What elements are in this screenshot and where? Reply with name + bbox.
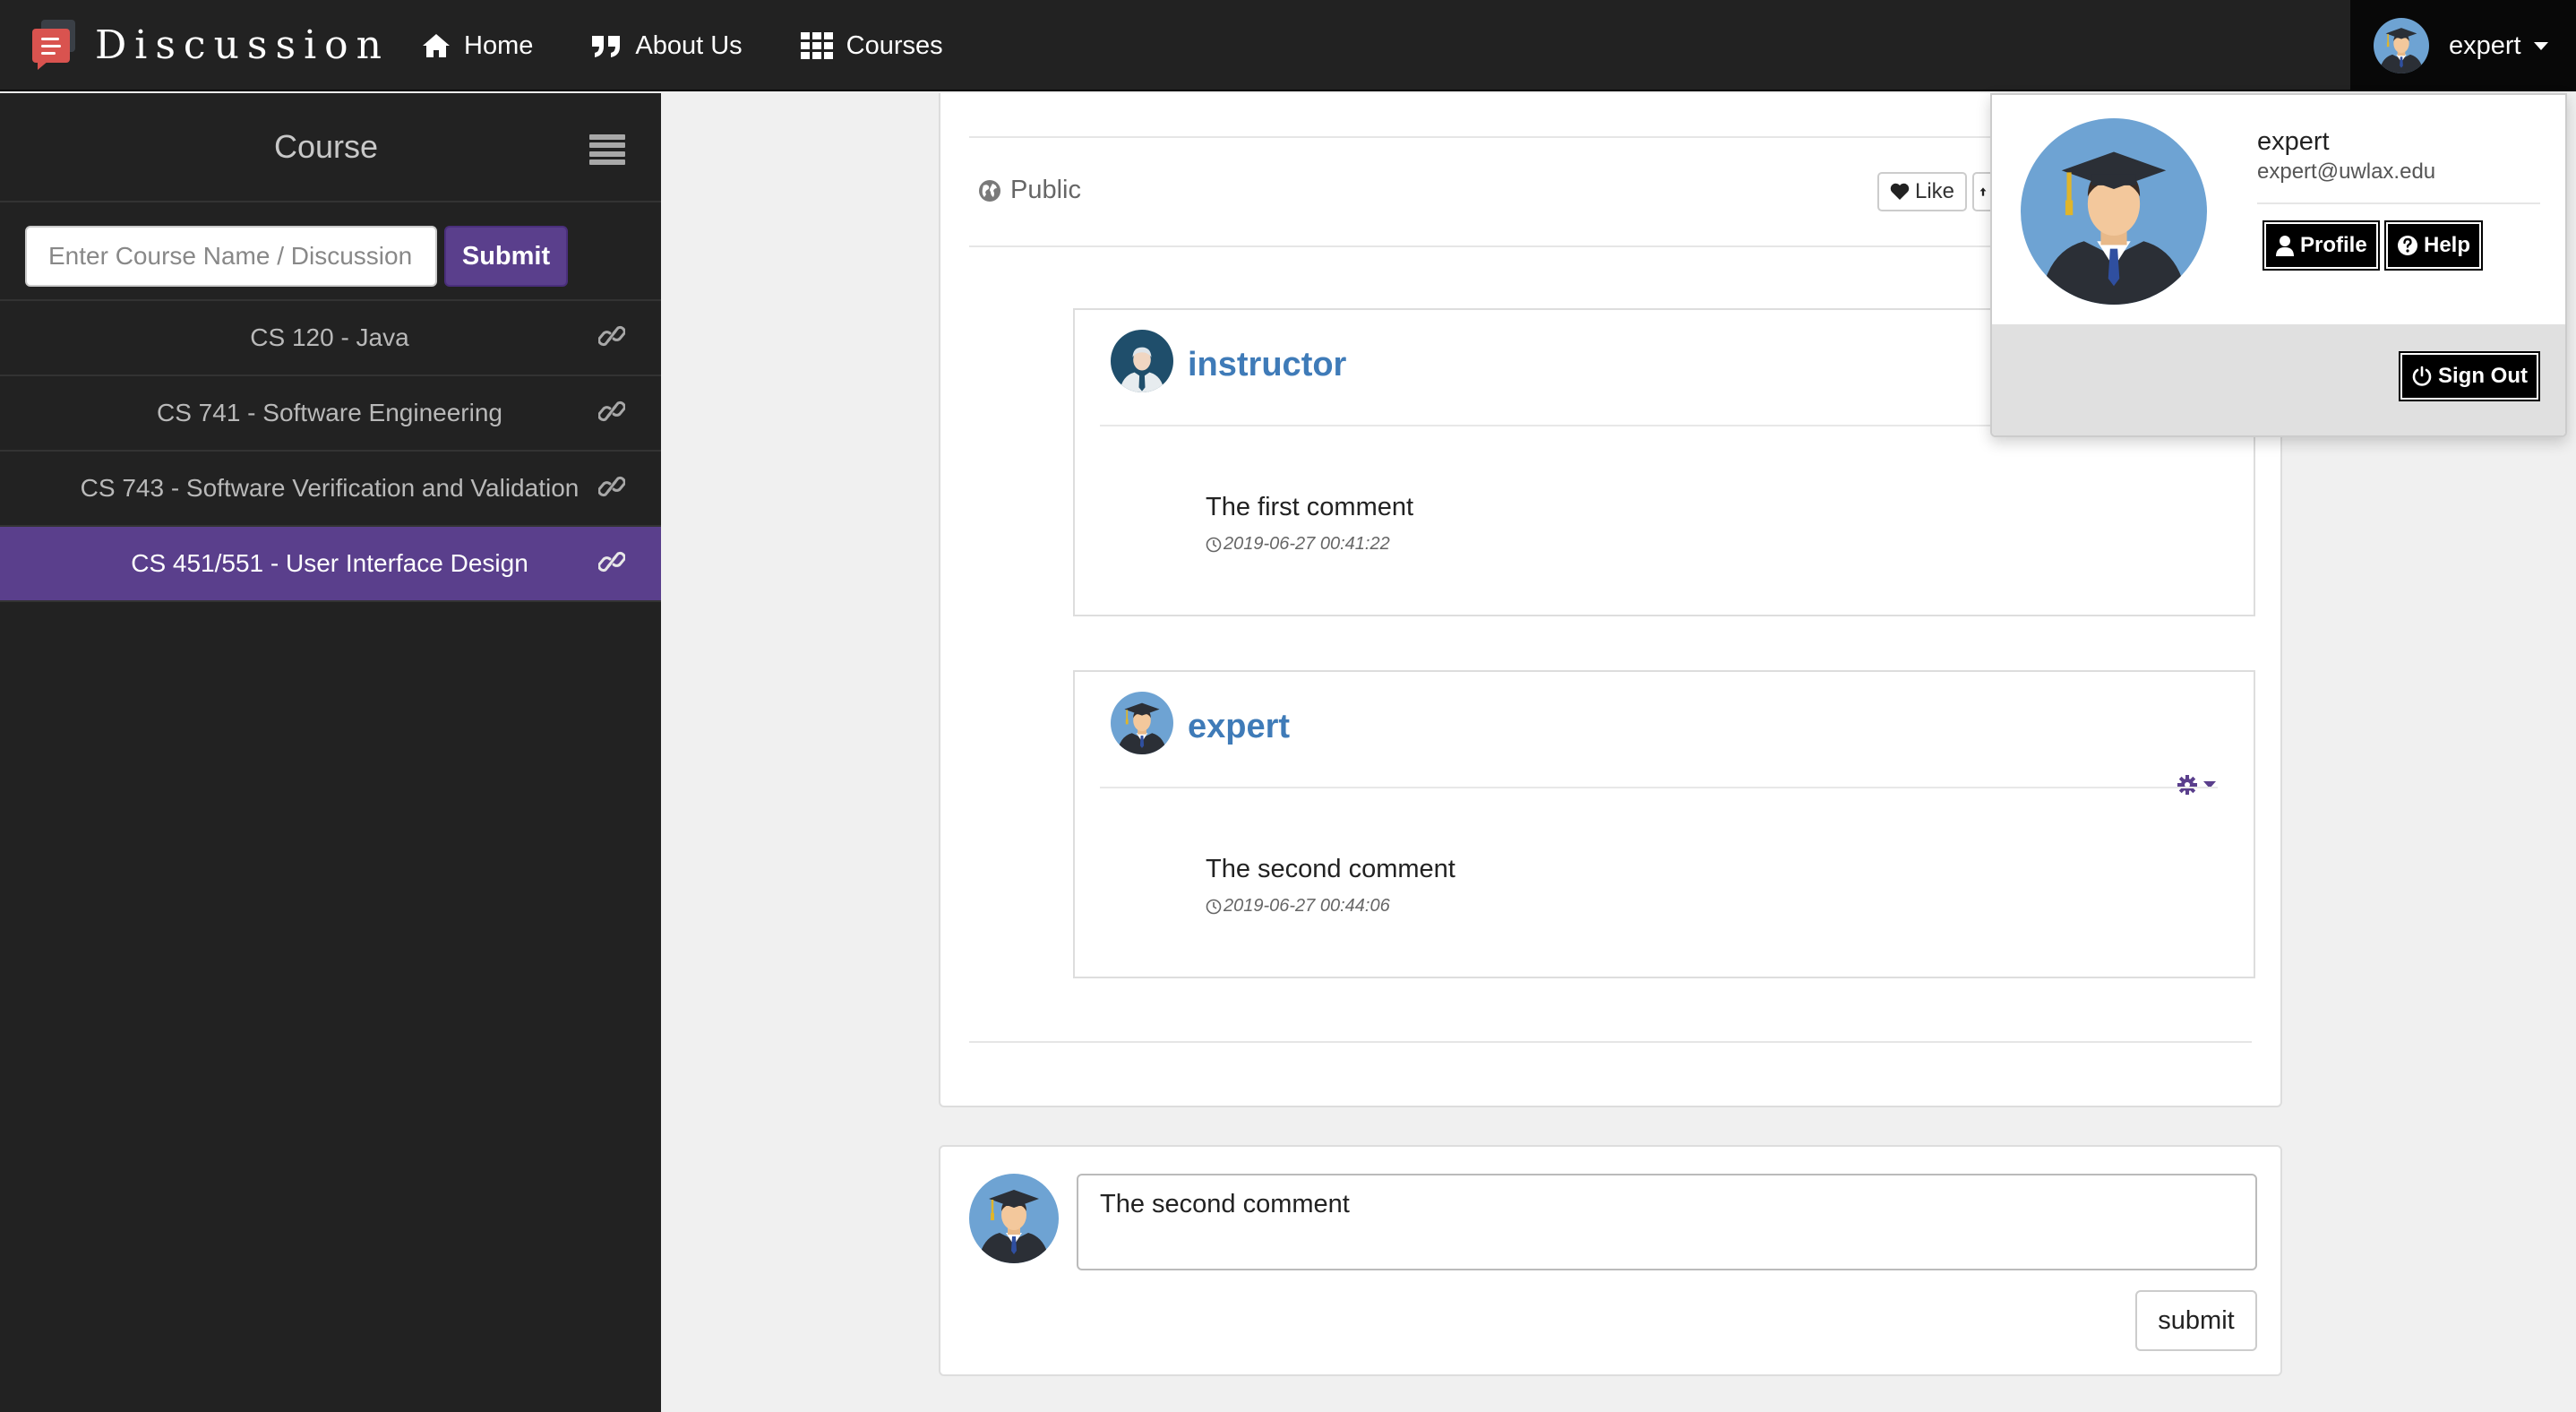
course-label: CS 120 - Java [250, 323, 409, 351]
divider [969, 1041, 2252, 1043]
comment-submit-button[interactable]: submit [2135, 1290, 2257, 1351]
sign-out-button[interactable]: Sign Out [2399, 351, 2540, 401]
caret-down-icon [2533, 41, 2548, 50]
post-actions: Like [1877, 172, 2005, 211]
course-item-cs120[interactable]: CS 120 - Java [0, 301, 661, 376]
sign-out-label: Sign Out [2438, 364, 2528, 388]
globe-icon [979, 179, 1000, 202]
course-item-cs743[interactable]: CS 743 - Software Verification and Valid… [0, 452, 661, 527]
course-search-submit-button[interactable]: Submit [444, 226, 568, 287]
user-icon [2276, 236, 2294, 256]
quote-icon [592, 36, 621, 57]
comment-time: 2019-06-27 00:41:22 [1224, 534, 1390, 554]
heart-icon [1890, 183, 1910, 200]
visibility-label: Public [1010, 176, 1081, 204]
course-label: CS 741 - Software Engineering [157, 399, 502, 426]
course-search: Submit [0, 202, 661, 301]
grid-icon [800, 32, 833, 59]
clock-icon [1206, 899, 1222, 914]
gear-icon [2177, 775, 2197, 795]
menu-icon[interactable] [589, 134, 625, 165]
nav-about-us[interactable]: About Us [590, 30, 743, 61]
comment-author-link[interactable]: instructor [1188, 346, 1346, 384]
comment-text: The second comment [1206, 855, 1455, 883]
question-circle-icon [2398, 236, 2417, 255]
clock-icon [1206, 537, 1222, 552]
post-visibility: Public [978, 176, 1081, 205]
comment-textarea[interactable] [1077, 1174, 2257, 1270]
profile-label: Profile [2300, 233, 2367, 257]
brand[interactable]: Discussion [30, 16, 390, 73]
like-button[interactable]: Like [1877, 172, 1968, 211]
link-icon [598, 401, 625, 421]
comment-timestamp: 2019-06-27 00:44:06 [1206, 896, 1390, 917]
sidebar-header: Course [0, 93, 661, 202]
power-icon [2412, 366, 2432, 386]
user-menu-toggle[interactable]: expert [2350, 0, 2576, 91]
profile-button[interactable]: Profile [2263, 220, 2380, 271]
nav-about-label: About Us [635, 30, 743, 60]
comment-text: The first comment [1206, 493, 1414, 521]
instructor-avatar [1111, 330, 1173, 392]
current-user-avatar [969, 1174, 1059, 1263]
chat-bubbles-icon [30, 18, 77, 72]
comment-options-dropdown[interactable] [2177, 774, 2216, 796]
help-label: Help [2424, 233, 2471, 257]
sidebar-title: Course [273, 128, 379, 165]
reply-card: submit [939, 1145, 2282, 1376]
comment-time: 2019-06-27 00:44:06 [1224, 896, 1390, 916]
divider [2257, 202, 2540, 204]
course-label: CS 451/551 - User Interface Design [131, 549, 528, 577]
brand-name: Discussion [95, 22, 390, 68]
comment-author-link[interactable]: expert [1188, 708, 1290, 746]
nav-home[interactable]: Home [421, 31, 533, 61]
link-icon [598, 477, 625, 496]
divider [1100, 787, 2218, 788]
like-label: Like [1915, 179, 1955, 203]
profile-avatar [2021, 118, 2207, 305]
dropdown-user-name: expert [2257, 127, 2330, 156]
user-dropdown-menu: expert expert@uwlax.edu Profile Help Sig… [1990, 93, 2567, 437]
dropdown-user-email: expert@uwlax.edu [2257, 159, 2436, 184]
course-item-cs451-active[interactable]: CS 451/551 - User Interface Design [0, 527, 661, 602]
user-name: expert [2449, 30, 2521, 60]
nav-courses[interactable]: Courses [800, 31, 943, 61]
home-icon [423, 34, 450, 57]
comment-card: expert The second comment 2019-06-27 00:… [1073, 670, 2255, 978]
top-navbar: Discussion Home About Us Courses expert [0, 0, 2576, 91]
course-list: CS 120 - Java CS 741 - Software Engineer… [0, 301, 661, 602]
nav-home-label: Home [464, 30, 534, 60]
course-label: CS 743 - Software Verification and Valid… [80, 474, 580, 502]
expert-avatar [1111, 692, 1173, 754]
user-avatar [2374, 18, 2429, 73]
link-icon [598, 326, 625, 346]
course-search-input[interactable] [25, 226, 437, 287]
arrow-up-icon [1979, 187, 1987, 196]
comment-timestamp: 2019-06-27 00:41:22 [1206, 534, 1390, 555]
link-icon [598, 552, 625, 572]
nav-courses-label: Courses [846, 30, 943, 60]
help-button[interactable]: Help [2384, 220, 2484, 271]
main-nav: Home About Us Courses [421, 0, 1000, 91]
course-item-cs741[interactable]: CS 741 - Software Engineering [0, 376, 661, 452]
course-sidebar: Course Submit CS 120 - Java CS 741 - Sof… [0, 93, 661, 1412]
